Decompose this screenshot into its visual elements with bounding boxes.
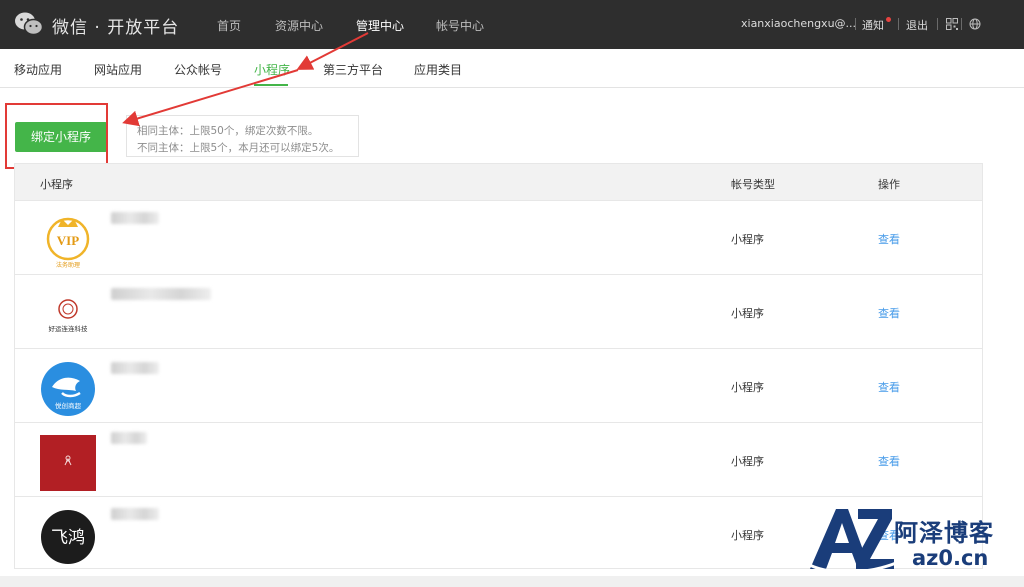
account-type: 小程序 <box>731 307 764 320</box>
view-link[interactable]: 查看 <box>878 231 900 247</box>
column-action: 操作 <box>878 178 900 191</box>
account-type: 小程序 <box>731 381 764 394</box>
table-row: 好运连连科技 小程序 查看 <box>15 274 982 349</box>
account-type: 小程序 <box>731 529 764 542</box>
table-row: 悦创商超 小程序 查看 <box>15 348 982 423</box>
watermark-url: az0.cn <box>912 546 989 570</box>
avatar-text: VIP <box>57 233 79 248</box>
table-header: 小程序 帐号类型 操作 <box>15 164 982 201</box>
blurred-app-name <box>111 508 159 520</box>
avatar-caption: 法务助理 <box>56 261 80 269</box>
feihong-avatar-icon: 飞鸿 <box>41 510 95 564</box>
vip-avatar-icon: VIP 法务助理 <box>46 217 90 269</box>
table-row: 小程序 查看 <box>15 422 982 497</box>
page-footer-strip <box>0 576 1024 587</box>
column-mini-program: 小程序 <box>40 178 73 191</box>
bird-avatar-icon: 悦创商超 <box>41 362 95 416</box>
red-square-avatar-icon <box>40 435 96 491</box>
blurred-app-name <box>111 212 159 224</box>
blurred-app-name <box>111 288 211 300</box>
avatar-caption: 悦创商超 <box>55 401 82 410</box>
account-type: 小程序 <box>731 233 764 246</box>
account-type: 小程序 <box>731 455 764 468</box>
column-account-type: 帐号类型 <box>731 178 775 191</box>
arrow-to-button <box>122 69 299 127</box>
table-row: VIP 法务助理 小程序 查看 <box>15 200 982 275</box>
seal-avatar-icon: 好运连连科技 <box>49 299 89 333</box>
blurred-app-name <box>111 362 159 374</box>
view-link[interactable]: 查看 <box>878 305 900 321</box>
watermark-title: 阿泽博客 <box>894 519 994 547</box>
arrow-to-tab <box>296 32 369 70</box>
avatar-caption: 好运连连科技 <box>49 324 89 333</box>
blurred-app-name <box>111 432 147 444</box>
view-link[interactable]: 查看 <box>878 453 900 469</box>
avatar-text: 飞鸿 <box>51 528 85 548</box>
view-link[interactable]: 查看 <box>878 379 900 395</box>
